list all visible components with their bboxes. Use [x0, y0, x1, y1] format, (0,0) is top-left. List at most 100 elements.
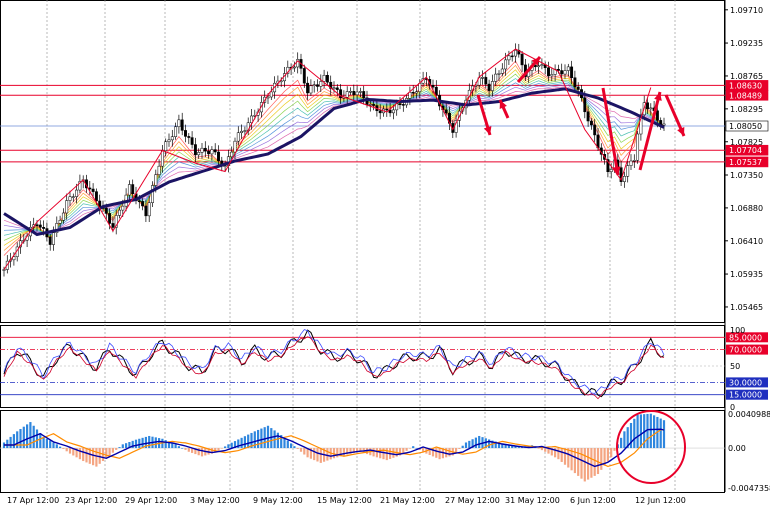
- candle-body[interactable]: [48, 236, 52, 245]
- candle-body[interactable]: [61, 212, 65, 221]
- candle-body[interactable]: [170, 136, 174, 141]
- candle-body[interactable]: [431, 85, 435, 88]
- candle-body[interactable]: [316, 84, 319, 87]
- candle-body[interactable]: [626, 165, 630, 177]
- candle-body[interactable]: [151, 185, 154, 203]
- price-chart[interactable]: 17 Apr 12:00 23 Apr 12:00 29 Apr 12:00 3 Ma…: [0, 0, 770, 510]
- candle-body[interactable]: [646, 102, 649, 110]
- candle-body[interactable]: [408, 91, 412, 99]
- candle-body[interactable]: [144, 205, 148, 217]
- candle-body[interactable]: [411, 91, 415, 94]
- candle-body[interactable]: [160, 150, 164, 167]
- candle-body[interactable]: [490, 81, 494, 91]
- candle-body[interactable]: [349, 91, 352, 93]
- candle-body[interactable]: [147, 202, 151, 217]
- candle-body[interactable]: [494, 73, 498, 82]
- candle-body[interactable]: [108, 213, 112, 224]
- candle-body[interactable]: [42, 227, 46, 229]
- candle-body[interactable]: [217, 151, 220, 162]
- candle-body[interactable]: [632, 160, 636, 162]
- candle-body[interactable]: [207, 150, 211, 155]
- candle-body[interactable]: [306, 82, 310, 94]
- candle-body[interactable]: [203, 147, 207, 152]
- candle-body[interactable]: [193, 144, 197, 156]
- candle-body[interactable]: [180, 119, 184, 131]
- candle-body[interactable]: [111, 223, 115, 228]
- candle-body[interactable]: [444, 109, 448, 114]
- candle-body[interactable]: [514, 49, 517, 57]
- candle-body[interactable]: [415, 91, 418, 94]
- candle-body[interactable]: [586, 111, 590, 122]
- candle-body[interactable]: [484, 77, 488, 85]
- candle-body[interactable]: [118, 209, 121, 216]
- candle-body[interactable]: [560, 70, 564, 75]
- candle-body[interactable]: [352, 91, 356, 96]
- candle-body[interactable]: [312, 84, 316, 87]
- candle-body[interactable]: [154, 174, 158, 186]
- candle-body[interactable]: [398, 103, 402, 106]
- candle-body[interactable]: [127, 184, 131, 196]
- candle-body[interactable]: [319, 81, 323, 87]
- candle-body[interactable]: [68, 196, 72, 201]
- candle-body[interactable]: [309, 85, 313, 94]
- candle-body[interactable]: [157, 165, 161, 175]
- candle-body[interactable]: [395, 103, 399, 111]
- candle-body[interactable]: [35, 224, 39, 226]
- candle-body[interactable]: [547, 67, 550, 77]
- candle-body[interactable]: [167, 139, 171, 143]
- candle-body[interactable]: [184, 130, 187, 137]
- candle-body[interactable]: [385, 108, 389, 111]
- candle-body[interactable]: [570, 66, 574, 78]
- candle-body[interactable]: [481, 77, 484, 79]
- candle-body[interactable]: [269, 91, 273, 98]
- candle-body[interactable]: [177, 119, 181, 128]
- candle-body[interactable]: [243, 130, 247, 132]
- candle-body[interactable]: [190, 137, 194, 145]
- candle-body[interactable]: [573, 77, 577, 88]
- candle-body[interactable]: [197, 152, 201, 156]
- candle-body[interactable]: [507, 55, 511, 61]
- candle-body[interactable]: [137, 200, 141, 203]
- candle-body[interactable]: [174, 126, 178, 137]
- candle-body[interactable]: [576, 86, 580, 90]
- candle-body[interactable]: [401, 104, 405, 106]
- candle-body[interactable]: [372, 104, 376, 106]
- candle-body[interactable]: [497, 73, 501, 75]
- candle-body[interactable]: [236, 132, 240, 142]
- candle-body[interactable]: [368, 104, 372, 106]
- candle-body[interactable]: [378, 110, 382, 114]
- candle-body[interactable]: [487, 83, 491, 91]
- candle-body[interactable]: [662, 123, 666, 126]
- candle-body[interactable]: [362, 91, 366, 99]
- candle-body[interactable]: [75, 189, 79, 197]
- candle-body[interactable]: [418, 82, 422, 92]
- candle-body[interactable]: [325, 75, 329, 83]
- candle-body[interactable]: [210, 149, 214, 155]
- candle-body[interactable]: [563, 70, 567, 75]
- candle-body[interactable]: [187, 136, 191, 138]
- candle-body[interactable]: [104, 207, 108, 214]
- candle-body[interactable]: [233, 140, 237, 153]
- candle-body[interactable]: [240, 130, 244, 133]
- candle-body[interactable]: [636, 133, 640, 161]
- candle-body[interactable]: [266, 96, 270, 99]
- candle-body[interactable]: [550, 74, 554, 77]
- candle-body[interactable]: [58, 219, 62, 224]
- candle-body[interactable]: [649, 107, 653, 110]
- candle-body[interactable]: [510, 55, 514, 58]
- candle-body[interactable]: [500, 68, 504, 74]
- candle-body[interactable]: [537, 65, 541, 68]
- candle-body[interactable]: [52, 232, 55, 245]
- candle-body[interactable]: [71, 196, 75, 198]
- candle-body[interactable]: [94, 191, 98, 202]
- candle-body[interactable]: [391, 109, 395, 114]
- candle-body[interactable]: [358, 91, 362, 93]
- candle-body[interactable]: [504, 59, 508, 70]
- candle-body[interactable]: [540, 64, 544, 66]
- candle-body[interactable]: [566, 66, 570, 71]
- candle-body[interactable]: [520, 53, 524, 66]
- candle-body[interactable]: [131, 184, 135, 195]
- candle-body[interactable]: [589, 120, 593, 126]
- candle-body[interactable]: [332, 87, 336, 90]
- candle-body[interactable]: [593, 124, 597, 136]
